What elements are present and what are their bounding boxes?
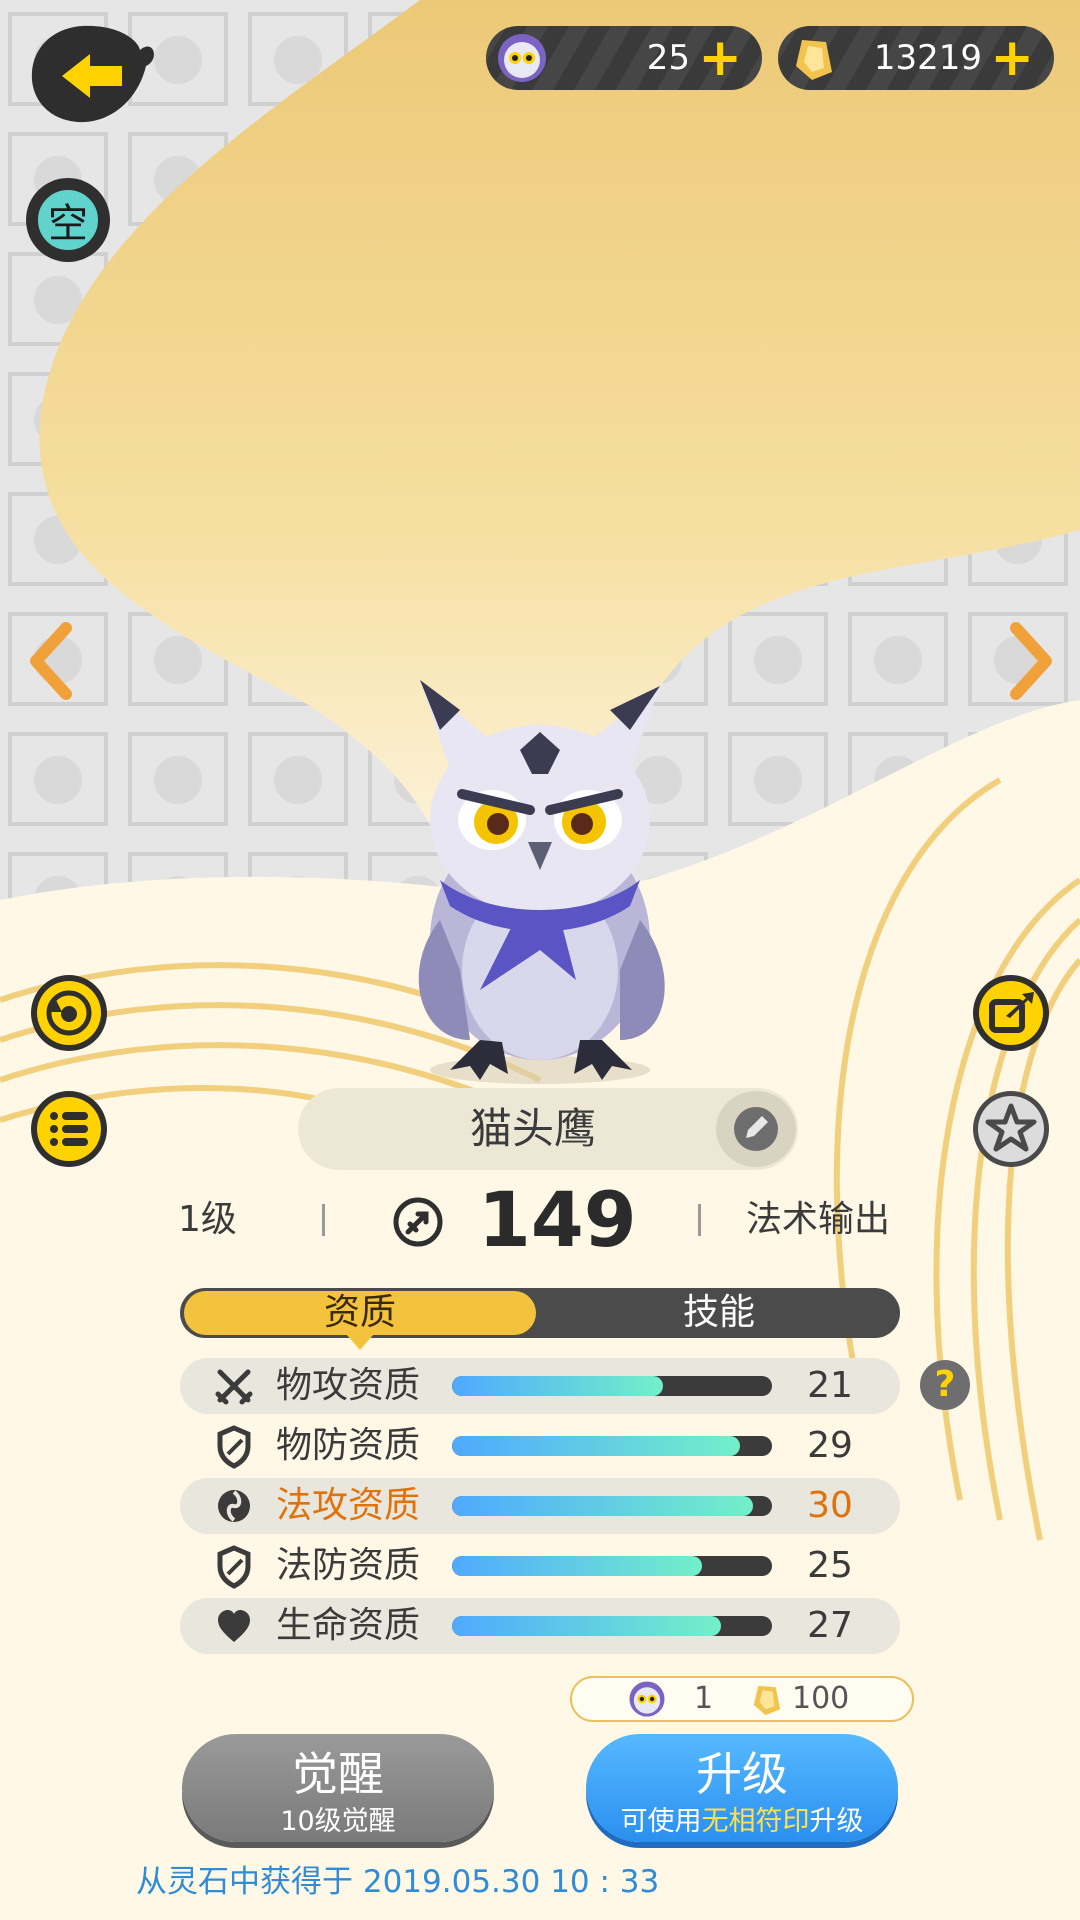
back-button[interactable]: [28, 20, 158, 130]
attr-value: 21: [807, 1365, 853, 1406]
attr-progress-bar: [452, 1556, 772, 1576]
stats-divider: [322, 1204, 325, 1236]
edit-name-button[interactable]: [708, 1090, 798, 1168]
cost-crystal: 100: [792, 1681, 850, 1716]
attr-value: 27: [807, 1605, 853, 1646]
attr-progress-bar: [452, 1376, 772, 1396]
crossed-swords-icon: [215, 1369, 253, 1405]
element-badge-text: 空: [34, 186, 102, 254]
power-icon: [393, 1197, 443, 1247]
attr-value: 30: [807, 1485, 853, 1526]
attr-value: 25: [807, 1545, 853, 1586]
owl-token-icon: [498, 34, 546, 82]
upgrade-subtitle: 可使用无相符印升级: [620, 1806, 864, 1837]
heart-icon: [218, 1610, 250, 1642]
attr-label: 物攻资质: [276, 1365, 421, 1406]
add-crystal-button[interactable]: +: [990, 26, 1034, 90]
swap-pet-button[interactable]: [28, 972, 110, 1054]
obtained-info: 从灵石中获得于 2019.05.30 10 : 33: [136, 1864, 660, 1900]
upgrade-title: 升级: [696, 1747, 788, 1801]
cost-owl-token: 1: [694, 1681, 714, 1716]
pet-level: 1级: [178, 1199, 237, 1240]
crystal-counter: 13219 +: [778, 26, 1054, 90]
awaken-subtitle: 10级觉醒: [280, 1806, 396, 1837]
shield-icon: [217, 1425, 251, 1469]
crystal-icon: [796, 40, 832, 80]
shield-icon: [217, 1545, 251, 1589]
attr-label: 生命资质: [276, 1605, 421, 1646]
element-badge[interactable]: 空: [26, 178, 110, 262]
share-button[interactable]: [970, 972, 1052, 1054]
pet-name: 猫头鹰: [469, 1104, 596, 1153]
upgrade-cost: [570, 1676, 914, 1722]
owl-pet-model: [418, 680, 665, 1084]
tab-skills[interactable]: 技能: [540, 1288, 898, 1338]
tab-aptitude-label[interactable]: 资质: [184, 1288, 536, 1338]
attr-value: 29: [807, 1425, 853, 1466]
add-owl-token-button[interactable]: +: [698, 26, 742, 90]
crystal-icon: [753, 1685, 781, 1716]
attr-label: 法攻资质: [276, 1485, 421, 1526]
awaken-title: 觉醒: [292, 1747, 384, 1801]
next-pet-arrow-icon[interactable]: [1000, 616, 1060, 706]
list-menu-button[interactable]: [28, 1088, 110, 1170]
stats-divider: [698, 1204, 701, 1236]
swirl-icon: [218, 1490, 250, 1522]
previous-pet-arrow-icon[interactable]: [22, 616, 82, 706]
owl-token-icon: [629, 1681, 665, 1717]
attr-progress-bar: [452, 1616, 772, 1636]
attr-progress-bar: [452, 1436, 772, 1456]
pet-role: 法术输出: [746, 1199, 891, 1240]
upgrade-button[interactable]: 升级 可使用无相符印升级: [586, 1734, 898, 1842]
owl-token-count: 25: [646, 38, 690, 78]
awaken-button[interactable]: 觉醒 10级觉醒: [182, 1734, 494, 1842]
favorite-star-button[interactable]: [970, 1088, 1052, 1170]
attr-label: 物防资质: [276, 1425, 421, 1466]
aptitude-help-button[interactable]: ?: [920, 1360, 970, 1410]
attr-label: 法防资质: [276, 1545, 421, 1586]
combat-power: 149: [478, 1175, 637, 1264]
owl-token-counter: 25 +: [486, 26, 762, 90]
attr-progress-bar: [452, 1496, 772, 1516]
crystal-count: 13219: [873, 38, 982, 78]
